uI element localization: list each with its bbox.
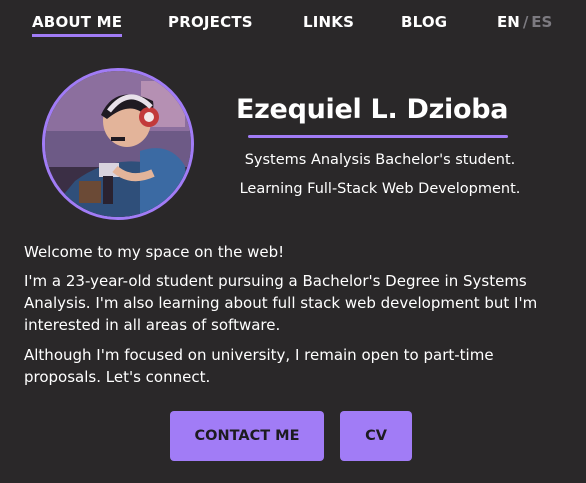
- avatar: [42, 68, 194, 220]
- language-switcher: EN / ES: [497, 13, 552, 31]
- name-underline: [248, 135, 508, 138]
- profile-name: Ezequiel L. Dzioba: [236, 94, 509, 125]
- avatar-illustration: [45, 71, 191, 217]
- lang-en[interactable]: EN: [497, 13, 520, 31]
- nav-about-me[interactable]: ABOUT ME: [32, 13, 123, 37]
- lang-es[interactable]: ES: [531, 13, 552, 31]
- welcome-text: Welcome to my space on the web!: [24, 243, 285, 261]
- profile-subtitle-2: Learning Full-Stack Web Development.: [239, 181, 521, 197]
- nav-projects[interactable]: PROJECTS: [168, 13, 253, 31]
- about-paragraph-1: I'm a 23-year-old student pursuing a Bac…: [24, 272, 538, 334]
- nav-links[interactable]: LINKS: [303, 13, 354, 31]
- about-paragraph-2: Although I'm focused on university, I re…: [24, 346, 494, 386]
- cv-button[interactable]: CV: [340, 411, 412, 461]
- top-navigation: ABOUT ME PROJECTS LINKS BLOG EN / ES: [0, 0, 586, 44]
- nav-blog[interactable]: BLOG: [401, 13, 447, 31]
- profile-subtitle-1: Systems Analysis Bachelor's student.: [244, 152, 516, 168]
- lang-separator: /: [522, 13, 529, 31]
- contact-me-button[interactable]: CONTACT ME: [170, 411, 324, 461]
